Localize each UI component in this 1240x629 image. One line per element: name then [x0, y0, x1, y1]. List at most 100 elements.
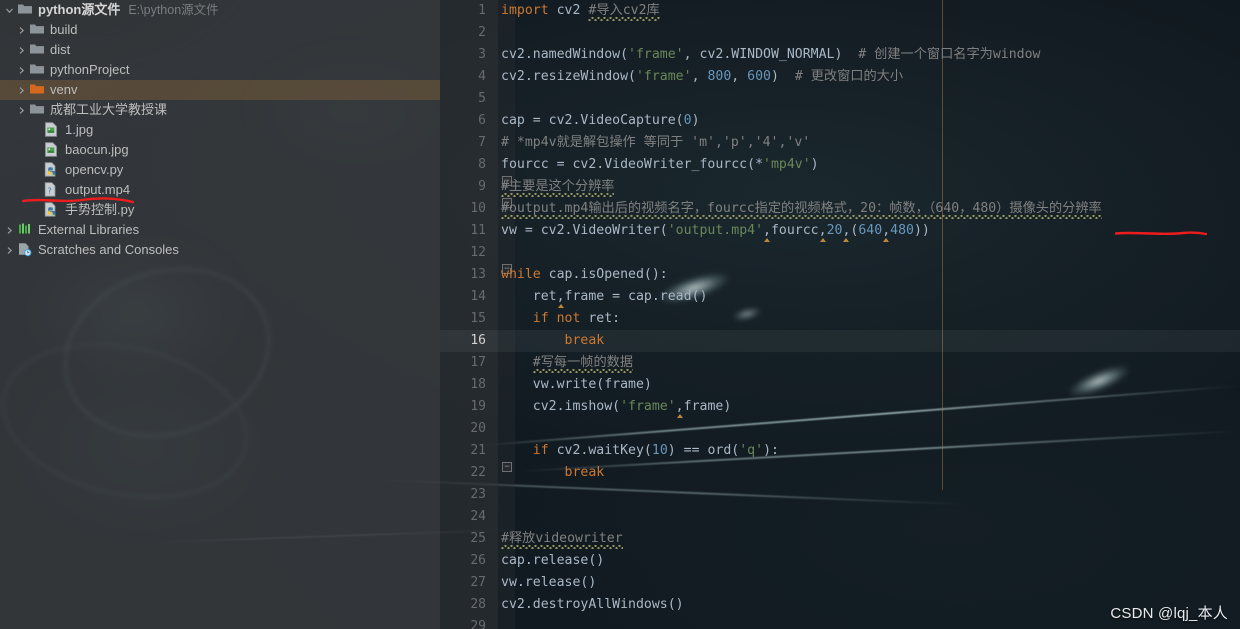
tree-row-baocun-jpg[interactable]: baocun.jpg	[0, 140, 440, 160]
tree-row-scratches-and-consoles[interactable]: Scratches and Consoles	[0, 240, 440, 260]
code-line[interactable]: 10−#output.mp4输出后的视频名字，fourcc指定的视频格式，20：…	[440, 198, 1240, 220]
code-line[interactable]: 17 #写每一帧的数据	[440, 352, 1240, 374]
code-text: cap.release()	[501, 550, 604, 572]
code-text: #output.mp4输出后的视频名字，fourcc指定的视频格式，20：帧数，…	[501, 198, 1102, 220]
tree-row-project-root[interactable]: python源文件 E:\python源文件	[0, 0, 440, 20]
code-token: if not	[532, 311, 581, 326]
code-line[interactable]: 18 vw.write(frame)	[440, 374, 1240, 396]
code-line[interactable]: 25 #释放videowriter	[440, 528, 1240, 550]
code-token: cap.release()	[501, 553, 605, 568]
folder-orange-icon	[29, 82, 46, 98]
code-token: 0	[683, 113, 692, 128]
tree-item-label: pythonProject	[50, 62, 130, 77]
tree-item-label: 成都工业大学教授课	[50, 102, 168, 117]
code-text: cv2.resizeWindow('frame', 800, 600) # 更改…	[501, 66, 903, 88]
code-token: 'frame'	[620, 399, 676, 414]
code-line[interactable]: 9−#主要是这个分辨率	[440, 176, 1240, 198]
code-line[interactable]: 7 # *mp4v就是解包操作 等同于 'm','p','4','v'	[440, 132, 1240, 154]
code-token: ,	[556, 289, 565, 304]
tree-row-output-mp4[interactable]: ? output.mp4	[0, 180, 440, 200]
code-text: #释放videowriter	[501, 528, 623, 550]
tree-row-dist[interactable]: dist	[0, 40, 440, 60]
chevron-right-icon[interactable]	[14, 46, 29, 55]
code-line[interactable]: 12	[440, 242, 1240, 264]
code-line[interactable]: 3 cv2.namedWindow('frame', cv2.WINDOW_NOR…	[440, 44, 1240, 66]
code-line[interactable]: 6 cap = cv2.VideoCapture(0)	[440, 110, 1240, 132]
code-line[interactable]: 1 import cv2 #导入cv2库	[440, 0, 1240, 22]
code-token: # 更改窗口的大小	[794, 69, 904, 84]
code-line[interactable]: 8 fourcc = cv2.VideoWriter_fourcc(*'mp4v'…	[440, 154, 1240, 176]
folder-icon	[29, 102, 46, 118]
code-line[interactable]: 2	[440, 22, 1240, 44]
project-tool-window[interactable]: python源文件 E:\python源文件 build dist pythonPr…	[0, 0, 440, 629]
project-root-label: python源文件	[38, 2, 121, 17]
tree-row-1-jpg[interactable]: 1.jpg	[0, 120, 440, 140]
tree-row-opencv-py[interactable]: opencv.py	[0, 160, 440, 180]
tree-row-external-libraries[interactable]: External Libraries	[0, 220, 440, 240]
tree-row-venv[interactable]: venv	[0, 80, 440, 100]
tree-row-build[interactable]: build	[0, 20, 440, 40]
code-line[interactable]: 27 vw.release()	[440, 572, 1240, 594]
code-token: fourcc = cv2.VideoWriter_fourcc(*	[501, 157, 764, 172]
line-number: 20	[470, 421, 486, 436]
code-token: )	[810, 157, 819, 172]
code-line[interactable]: 14 ret,frame = cap.read()	[440, 286, 1240, 308]
tree-item-label: 1.jpg	[65, 122, 94, 137]
code-token: ,	[882, 223, 891, 238]
chevron-right-icon[interactable]	[2, 226, 17, 235]
image-file-icon	[44, 122, 61, 138]
code-line[interactable]: 11 vw = cv2.VideoWriter('output.mp4',four…	[440, 220, 1240, 242]
code-token: frame)	[683, 399, 732, 414]
code-line[interactable]: 5	[440, 88, 1240, 110]
code-token: ) == ord(	[667, 443, 740, 458]
code-line[interactable]: 19 cv2.imshow('frame',frame)	[440, 396, 1240, 418]
code-token: cap = cv2.VideoCapture(	[501, 113, 684, 128]
chevron-right-icon[interactable]	[14, 86, 29, 95]
line-number: 12	[470, 245, 486, 260]
code-token: 'frame'	[628, 47, 684, 62]
line-number: 3	[478, 47, 486, 62]
tree-item-label: opencv.py	[65, 162, 124, 177]
code-token: , cv2.WINDOW_NORMAL)	[683, 47, 859, 62]
code-line[interactable]: 13− while cap.isOpened():	[440, 264, 1240, 286]
code-line[interactable]: 20	[440, 418, 1240, 440]
chevron-right-icon[interactable]	[14, 66, 29, 75]
chevron-right-icon[interactable]	[14, 26, 29, 35]
code-token: 'mp4v'	[763, 157, 811, 172]
code-token: ret:	[580, 311, 621, 326]
code-token: cv2.destroyAllWindows()	[501, 597, 684, 612]
tree-row-py[interactable]: 手势控制.py	[0, 200, 440, 220]
line-number: 19	[470, 399, 486, 414]
code-token: ))	[913, 223, 930, 238]
code-text: vw.release()	[501, 572, 596, 594]
code-line[interactable]: 4 cv2.resizeWindow('frame', 800, 600) # 更…	[440, 66, 1240, 88]
line-number: 22	[470, 465, 486, 480]
code-line[interactable]: 21 if cv2.waitKey(10) == ord('q'):	[440, 440, 1240, 462]
code-text: # *mp4v就是解包操作 等同于 'm','p','4','v'	[501, 132, 810, 154]
code-line[interactable]: 16 break	[440, 330, 1240, 352]
code-token: cap.isOpened():	[540, 267, 668, 282]
chevron-down-icon[interactable]	[2, 6, 17, 15]
code-editor[interactable]: 1 import cv2 #导入cv2库 2 3 cv2.namedWindow('fr…	[440, 0, 1240, 629]
code-text: while cap.isOpened():	[501, 264, 668, 286]
tree-row-pythonproject[interactable]: pythonProject	[0, 60, 440, 80]
line-number: 25	[470, 531, 486, 546]
tree-row-[interactable]: 成都工业大学教授课	[0, 100, 440, 120]
code-token: import	[501, 3, 549, 18]
code-line[interactable]: 15 if not ret:	[440, 308, 1240, 330]
code-line[interactable]: 23	[440, 484, 1240, 506]
scratches-icon	[17, 242, 34, 258]
code-token: #导入cv2库	[588, 3, 660, 21]
code-text: if cv2.waitKey(10) == ord('q'):	[501, 440, 779, 462]
chevron-right-icon[interactable]	[2, 246, 17, 255]
code-text: if not ret:	[501, 308, 620, 330]
code-token: break	[564, 465, 605, 480]
code-line[interactable]: 24	[440, 506, 1240, 528]
chevron-right-icon[interactable]	[14, 106, 29, 115]
code-line[interactable]: 22− break	[440, 462, 1240, 484]
code-token: )	[771, 69, 795, 84]
code-line[interactable]: 26 cap.release()	[440, 550, 1240, 572]
